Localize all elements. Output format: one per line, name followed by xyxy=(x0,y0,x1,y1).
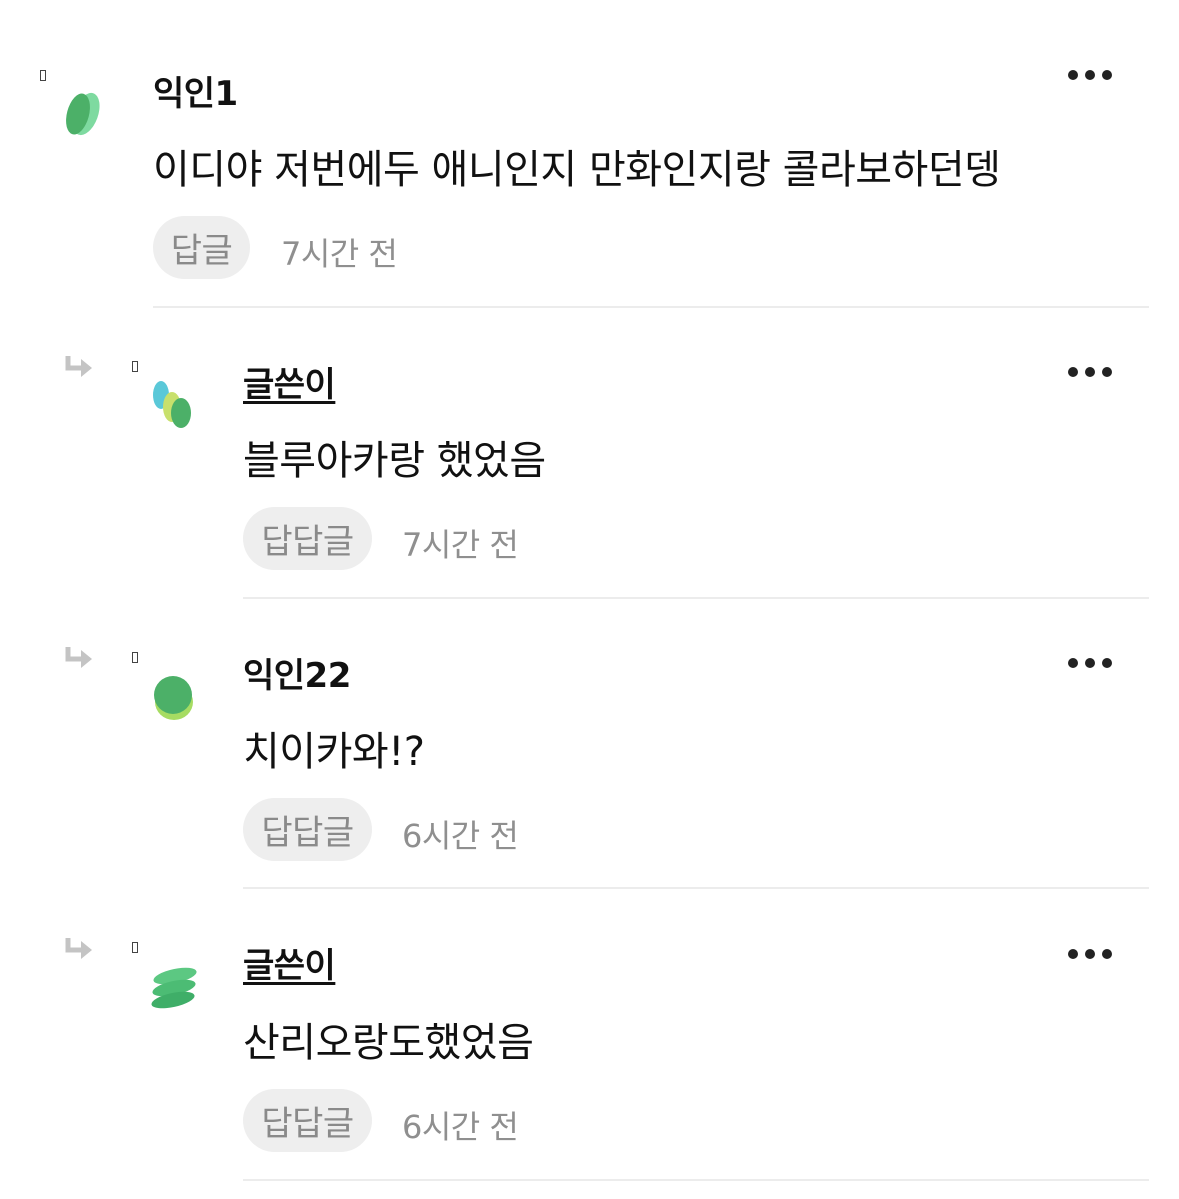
status-marker xyxy=(132,361,138,372)
comment-author[interactable]: 익인1 xyxy=(153,66,238,115)
status-marker xyxy=(40,70,46,81)
more-options-icon[interactable] xyxy=(1068,366,1112,378)
comment-divider xyxy=(153,306,1149,308)
comment-timestamp: 6시간 전 xyxy=(402,817,519,855)
comment-text: 치이카와!? xyxy=(243,729,425,775)
reply-button[interactable]: 답답글 xyxy=(243,507,372,570)
green-leaf-avatar-icon[interactable] xyxy=(60,86,108,142)
more-options-icon[interactable] xyxy=(1068,69,1112,81)
multicolor-bubbles-avatar-icon[interactable] xyxy=(150,377,198,433)
comment-divider xyxy=(243,1179,1149,1181)
comment-timestamp: 7시간 전 xyxy=(402,526,519,564)
reply-arrow-icon xyxy=(64,645,94,673)
comment-timestamp: 6시간 전 xyxy=(402,1108,519,1146)
comment-text: 이디야 저번에두 애니인지 만화인지랑 콜라보하던뎅 xyxy=(153,147,1001,193)
comment-text: 산리오랑도했었음 xyxy=(243,1020,534,1066)
more-options-icon[interactable] xyxy=(1068,657,1112,669)
comment-divider xyxy=(243,597,1149,599)
status-marker xyxy=(132,652,138,663)
comment-timestamp: 7시간 전 xyxy=(281,235,398,273)
more-options-icon[interactable] xyxy=(1068,948,1112,960)
comment-author-op[interactable]: 글쓴이 xyxy=(243,357,336,406)
status-marker xyxy=(132,942,138,953)
comment-author-op[interactable]: 글쓴이 xyxy=(243,938,336,987)
comment-author[interactable]: 익인22 xyxy=(243,648,351,697)
reply-button[interactable]: 답답글 xyxy=(243,1089,372,1152)
reply-arrow-icon xyxy=(64,354,94,382)
comment-divider xyxy=(243,887,1149,889)
reply-button[interactable]: 답답글 xyxy=(243,798,372,861)
green-stacked-ovals-avatar-icon[interactable] xyxy=(150,668,198,724)
reply-button[interactable]: 답글 xyxy=(153,216,250,279)
green-layered-discs-avatar-icon[interactable] xyxy=(150,962,198,1018)
comment-text: 블루아카랑 했었음 xyxy=(243,438,546,484)
reply-arrow-icon xyxy=(64,936,94,964)
